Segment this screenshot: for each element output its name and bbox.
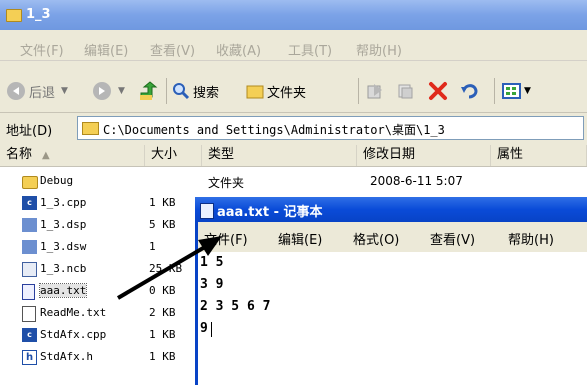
folder-icon: [246, 85, 264, 99]
notepad-menu-view[interactable]: 查看(V): [430, 229, 475, 248]
copy-to-button[interactable]: [396, 80, 414, 102]
menu-favorites[interactable]: 收藏(A): [216, 40, 261, 59]
address-path: C:\Documents and Settings\Administrator\…: [103, 123, 445, 137]
list-item[interactable]: Debug 文件夹 2008-6-11 5:07: [0, 171, 587, 193]
undo-button[interactable]: [460, 80, 480, 102]
chevron-down-icon: ▼: [61, 86, 68, 96]
undo-icon: [461, 84, 478, 99]
menu-bar: 文件(F) 编辑(E) 查看(V) 收藏(A) 工具(T) 帮助(H): [0, 36, 587, 61]
views-button[interactable]: ▼: [502, 80, 531, 102]
text-line: 3 9: [200, 277, 224, 292]
window-title: 1_3: [26, 7, 51, 22]
back-arrow-icon: [7, 82, 25, 100]
text-line: 2 3 5 6 7: [200, 299, 271, 314]
address-bar: 地址(D) C:\Documents and Settings\Administ…: [0, 114, 587, 142]
move-to-button[interactable]: [366, 80, 384, 102]
text-file-icon: [22, 284, 35, 300]
delete-button[interactable]: [428, 80, 448, 102]
toolbar: 后退 ▼ ▼ 搜索 文件夹 ▼: [0, 68, 587, 113]
column-name[interactable]: 名称 ▲: [0, 145, 145, 166]
column-attributes[interactable]: 属性: [491, 145, 587, 166]
search-icon: [173, 83, 190, 100]
toolbar-separator: [166, 78, 167, 104]
back-button[interactable]: 后退 ▼: [6, 80, 68, 102]
search-button[interactable]: 搜索: [172, 80, 219, 102]
sort-up-icon: ▲: [42, 150, 50, 161]
up-arrow-icon: [140, 81, 158, 100]
notepad-title-bar[interactable]: aaa.txt - 记事本: [195, 197, 587, 222]
ncb-file-icon: [22, 262, 37, 277]
folder-icon: [6, 9, 22, 22]
notepad-menu-format[interactable]: 格式(O): [353, 229, 399, 248]
notepad-text-area[interactable]: 1 5 3 9 2 3 5 6 7 9: [195, 252, 587, 385]
dsw-file-icon: [22, 240, 37, 254]
dsp-file-icon: [22, 218, 37, 232]
toolbar-separator: [494, 78, 495, 104]
menu-view[interactable]: 查看(V): [150, 40, 195, 59]
notepad-menu-bar: 文件(F) 编辑(E) 格式(O) 查看(V) 帮助(H): [195, 222, 587, 252]
text-caret: [211, 322, 212, 337]
notepad-title: aaa.txt - 记事本: [217, 205, 323, 220]
header-file-icon: h: [22, 350, 37, 365]
text-line: 1 5: [200, 255, 224, 270]
notepad-menu-file[interactable]: 文件(F): [204, 229, 248, 248]
menu-edit[interactable]: 编辑(E): [84, 40, 128, 59]
address-label: 地址(D): [6, 124, 53, 139]
column-date[interactable]: 修改日期: [357, 145, 491, 166]
folder-icon: [82, 122, 99, 135]
up-folder-button[interactable]: [138, 80, 158, 102]
folders-button[interactable]: 文件夹: [246, 80, 306, 102]
column-header: 名称 ▲ 大小 类型 修改日期 属性: [0, 145, 587, 167]
chevron-down-icon: ▼: [118, 86, 125, 96]
cpp-file-icon: c: [22, 196, 37, 210]
menu-tools[interactable]: 工具(T): [288, 40, 332, 59]
views-icon: [502, 83, 521, 99]
toolbar-separator: [358, 78, 359, 104]
notepad-menu-edit[interactable]: 编辑(E): [278, 229, 322, 248]
menu-file[interactable]: 文件(F): [20, 40, 64, 59]
menu-help[interactable]: 帮助(H): [356, 40, 402, 59]
column-size[interactable]: 大小: [145, 145, 202, 166]
title-bar[interactable]: 1_3: [0, 0, 587, 30]
forward-button[interactable]: ▼: [92, 80, 125, 102]
copy-to-icon: [398, 84, 413, 99]
forward-arrow-icon: [93, 82, 111, 100]
text-file-icon: [22, 306, 36, 322]
address-field[interactable]: C:\Documents and Settings\Administrator\…: [77, 116, 584, 140]
move-to-icon: [367, 84, 382, 99]
notepad-window: aaa.txt - 记事本 文件(F) 编辑(E) 格式(O) 查看(V) 帮助…: [195, 197, 587, 385]
cpp-file-icon: c: [22, 328, 37, 342]
folder-icon: [22, 176, 38, 189]
column-type[interactable]: 类型: [202, 145, 357, 166]
chevron-down-icon: ▼: [524, 86, 531, 96]
text-line: 9: [200, 321, 208, 336]
notepad-menu-help[interactable]: 帮助(H): [508, 229, 554, 248]
notepad-icon: [200, 203, 214, 219]
explorer-window: 1_3 文件(F) 编辑(E) 查看(V) 收藏(A) 工具(T) 帮助(H) …: [0, 0, 587, 385]
delete-icon: [429, 82, 447, 100]
